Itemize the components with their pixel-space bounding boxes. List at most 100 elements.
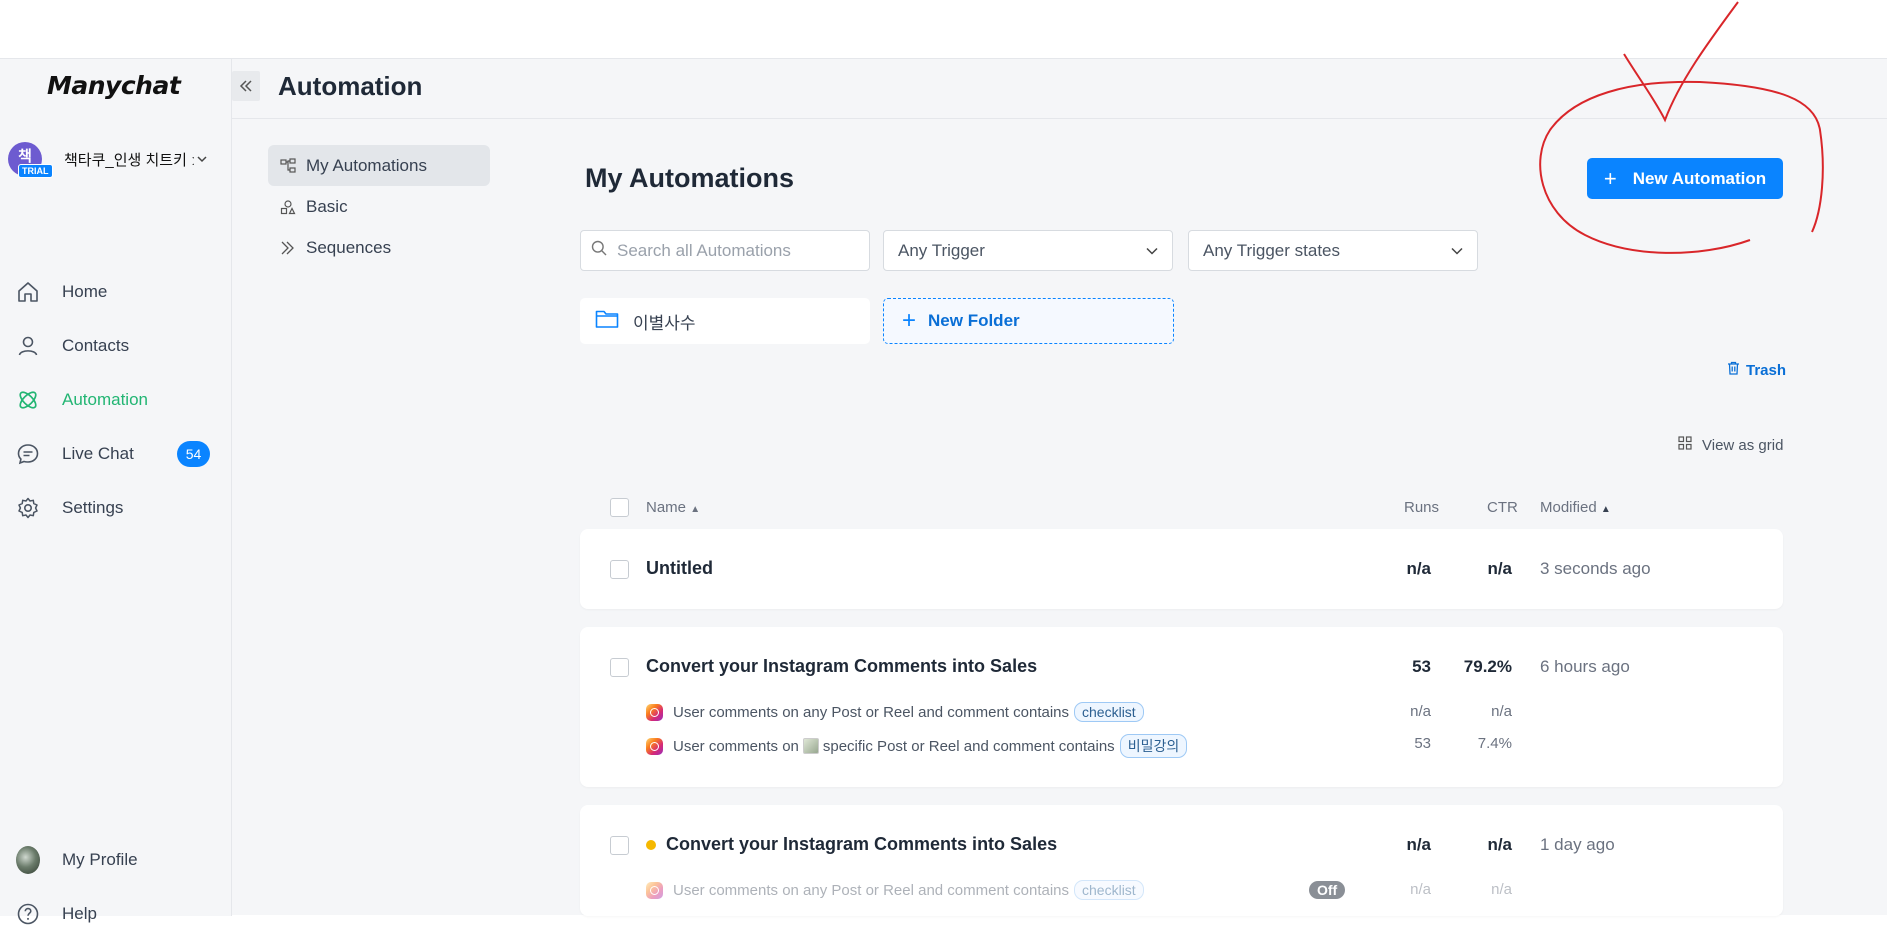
new-folder-button[interactable]: + New Folder — [883, 298, 1174, 344]
nav-item-help[interactable]: Help — [0, 887, 232, 941]
post-thumbnail — [802, 738, 819, 754]
column-label: Modified — [1540, 499, 1597, 516]
sidebar: Manychat 책 TRIAL 책타쿠_인생 치트키 ː Home Conta… — [0, 59, 232, 925]
trigger-off-badge[interactable]: Off — [1309, 881, 1346, 899]
nav-item-automation[interactable]: Automation — [0, 373, 232, 427]
nav-item-my-profile[interactable]: My Profile — [0, 833, 232, 887]
modified-value: 6 hours ago — [1540, 657, 1630, 676]
trigger-runs: n/a — [1410, 703, 1431, 720]
trash-label: Trash — [1746, 361, 1787, 379]
trigger-runs: n/a — [1410, 881, 1431, 898]
account-switcher[interactable]: 책 TRIAL 책타쿠_인생 치트키 ː — [8, 139, 228, 179]
ctr-value: n/a — [1487, 835, 1512, 854]
column-ctr-header: CTR — [1487, 499, 1518, 516]
column-label: Name — [646, 499, 687, 516]
trigger-text: User comments on — [673, 737, 799, 755]
row-checkbox[interactable] — [610, 836, 629, 855]
subnav-my-automations[interactable]: My Automations — [268, 145, 490, 186]
search-icon — [591, 240, 607, 261]
subnav-basic[interactable]: Basic — [268, 186, 490, 227]
trash-link[interactable]: Trash — [1727, 361, 1786, 379]
nav-item-label: My Profile — [62, 850, 138, 869]
keyword-chip: 비밀강의 — [1119, 734, 1188, 758]
modified-value: 3 seconds ago — [1540, 559, 1651, 578]
instagram-icon — [646, 737, 663, 755]
instagram-icon — [646, 881, 663, 899]
row-checkbox[interactable] — [610, 658, 629, 677]
trial-badge: TRIAL — [18, 164, 53, 178]
page-title: My Automations — [585, 163, 794, 193]
trigger-text: specific Post or Reel and comment contai… — [822, 737, 1115, 755]
nav-item-label: Contacts — [62, 336, 130, 355]
automation-name-text: Convert your Instagram Comments into Sal… — [666, 834, 1058, 854]
trigger-filter-value: Any Trigger — [898, 240, 985, 260]
nav-item-label: Home — [62, 282, 108, 301]
table-row[interactable]: Untitled n/a n/a 3 seconds ago — [580, 529, 1783, 609]
automation-name[interactable]: Convert your Instagram Comments into Sal… — [646, 834, 1057, 855]
nav-item-settings[interactable]: Settings — [0, 481, 232, 535]
keyword-chip: checklist — [1074, 702, 1144, 722]
account-initial: 책 — [18, 147, 32, 165]
automation-name[interactable]: Convert your Instagram Comments into Sal… — [646, 656, 1037, 677]
nav-item-home[interactable]: Home — [0, 265, 232, 319]
row-checkbox[interactable] — [610, 560, 629, 579]
shapes-icon — [280, 199, 296, 215]
trigger-line: User comments on specific Post or Reel a… — [646, 734, 1188, 758]
help-icon — [16, 902, 40, 926]
manychat-logo[interactable]: Manychat — [47, 71, 181, 100]
folder-card[interactable]: 이별사수 — [580, 298, 870, 344]
folder-icon — [595, 309, 619, 334]
trigger-ctr: n/a — [1491, 703, 1512, 720]
home-icon — [16, 280, 40, 304]
collapse-sidebar-button[interactable] — [232, 71, 260, 101]
trigger-state-filter-dropdown[interactable]: Any Trigger states — [1188, 230, 1478, 271]
grid-icon — [1678, 436, 1692, 454]
trash-icon — [1727, 361, 1740, 379]
account-name: 책타쿠_인생 치트키 ː — [64, 151, 196, 169]
trigger-line: User comments on any Post or Reel and co… — [646, 880, 1144, 900]
automation-icon — [16, 388, 40, 412]
keyword-chip: checklist — [1074, 880, 1144, 900]
trigger-text: User comments on any Post or Reel and co… — [673, 881, 1070, 899]
trigger-ctr: 7.4% — [1477, 735, 1512, 752]
modified-value: 1 day ago — [1540, 835, 1615, 854]
trigger-line: User comments on any Post or Reel and co… — [646, 702, 1144, 722]
person-icon — [16, 334, 40, 358]
select-all-checkbox[interactable] — [610, 498, 629, 517]
view-as-grid-toggle[interactable]: View as grid — [1678, 436, 1783, 454]
nav-item-contacts[interactable]: Contacts — [0, 319, 232, 373]
automation-name[interactable]: Untitled — [646, 558, 713, 579]
view-grid-label: View as grid — [1702, 436, 1784, 454]
search-input[interactable]: Search all Automations — [580, 230, 870, 271]
double-chevron-left-icon — [239, 80, 252, 92]
app-window: Manychat 책 TRIAL 책타쿠_인생 치트키 ː Home Conta… — [0, 58, 1887, 925]
chevron-down-icon — [1146, 247, 1158, 255]
nav-item-label: Settings — [62, 498, 124, 517]
table-row[interactable]: Convert your Instagram Comments into Sal… — [580, 627, 1783, 787]
new-automation-button[interactable]: + New Automation — [1587, 158, 1783, 199]
chevron-down-icon — [1451, 247, 1463, 255]
trigger-filter-dropdown[interactable]: Any Trigger — [883, 230, 1173, 271]
gear-icon — [16, 496, 40, 520]
trigger-state-filter-value: Any Trigger states — [1203, 240, 1341, 260]
subnav-label: Sequences — [306, 237, 392, 257]
column-name-header[interactable]: Name ▲︎ — [646, 499, 700, 516]
page-header: Automation — [232, 59, 1887, 119]
unread-count-badge: 54 — [177, 441, 210, 467]
runs-value: n/a — [1406, 835, 1431, 854]
table-row[interactable]: Convert your Instagram Comments into Sal… — [580, 805, 1783, 916]
page-header-title: Automation — [278, 71, 423, 101]
runs-value: 53 — [1412, 657, 1431, 676]
trigger-text: User comments on any Post or Reel and co… — [673, 703, 1070, 721]
trigger-ctr: n/a — [1491, 881, 1512, 898]
runs-value: n/a — [1406, 559, 1431, 578]
ctr-value: 79.2% — [1463, 657, 1512, 676]
sort-icon: ▲︎ — [690, 504, 701, 515]
sort-icon: ▲︎ — [1600, 504, 1611, 515]
nav-item-label: Automation — [62, 390, 148, 409]
nav-item-live-chat[interactable]: Live Chat 54 — [0, 427, 232, 481]
plus-icon: + — [902, 307, 917, 334]
subnav-sequences[interactable]: Sequences — [268, 227, 490, 268]
search-placeholder: Search all Automations — [617, 240, 791, 260]
column-modified-header[interactable]: Modified ▲︎ — [1540, 499, 1611, 516]
